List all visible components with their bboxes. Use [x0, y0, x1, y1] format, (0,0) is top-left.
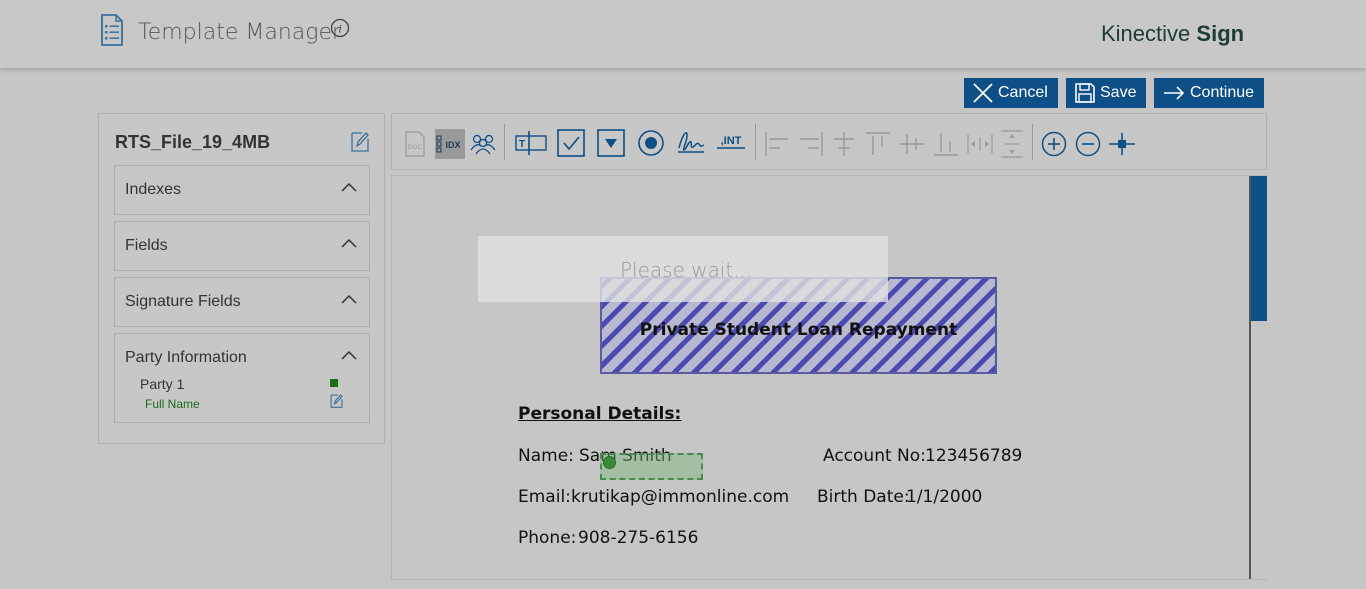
party-name[interactable]: Party 1	[140, 376, 184, 392]
edit-icon[interactable]	[351, 130, 369, 152]
svg-text:i: i	[338, 22, 341, 36]
template-sidebar: RTS_File_19_4MB Indexes Fields Signature…	[98, 113, 385, 444]
full-name-field[interactable]	[600, 453, 703, 480]
doc-field-icon[interactable]: DOC	[403, 131, 427, 157]
brand-logo: Kinective Sign	[1101, 21, 1244, 47]
align-right-icon[interactable]	[796, 131, 824, 157]
indexes-label: Indexes	[125, 181, 182, 198]
toolbar-divider	[504, 124, 505, 160]
indexes-section[interactable]: Indexes	[114, 165, 370, 215]
chevron-up-icon	[341, 350, 357, 360]
align-center-icon[interactable]	[830, 131, 858, 157]
party-field-item[interactable]: Full Name	[145, 397, 200, 411]
svg-text:IDX: IDX	[445, 140, 460, 150]
account-label: Account No:	[823, 446, 926, 466]
idx-icon: IDX	[436, 135, 461, 153]
party-information-section[interactable]: Party Information Party 1 Full Name	[114, 333, 370, 423]
distribute-horizontal-icon[interactable]	[966, 131, 994, 157]
idx-field-button[interactable]: IDX	[435, 129, 465, 159]
loading-overlay: Please wait...	[478, 236, 888, 302]
svg-text:DOC: DOC	[408, 144, 423, 151]
file-name: RTS_File_19_4MB	[115, 132, 271, 152]
align-top-icon[interactable]	[864, 131, 892, 157]
name-label: Name:	[518, 446, 574, 466]
save-icon	[1075, 83, 1095, 103]
svg-text:T: T	[519, 139, 525, 150]
checkbox-field-icon[interactable]	[557, 129, 585, 157]
brand-name: Kinective	[1101, 21, 1191, 46]
party-color-swatch	[330, 379, 338, 387]
edit-icon[interactable]	[330, 393, 343, 408]
chevron-up-icon	[341, 182, 357, 192]
account-value: 123456789	[925, 446, 1023, 466]
align-middle-icon[interactable]	[898, 131, 926, 157]
radio-field-icon[interactable]	[637, 129, 665, 157]
document-title: Private Student Loan Repayment	[639, 320, 958, 340]
list-document-icon	[101, 14, 123, 46]
birth-date-label: Birth Date:	[817, 487, 910, 507]
signature-fields-section[interactable]: Signature Fields	[114, 277, 370, 327]
signature-fields-label: Signature Fields	[125, 293, 241, 310]
scrollbar-thumb[interactable]	[1251, 176, 1267, 321]
chevron-up-icon	[341, 294, 357, 304]
info-icon[interactable]: i	[330, 18, 350, 38]
brand-name-bold: Sign	[1196, 21, 1245, 46]
phone-label: Phone:	[518, 528, 577, 548]
field-handle[interactable]	[603, 456, 616, 469]
cancel-label: Cancel	[998, 84, 1048, 101]
loading-text: Please wait...	[620, 258, 753, 282]
party-information-label: Party Information	[125, 349, 247, 366]
svg-text:,INT: ,INT	[721, 135, 742, 147]
fields-label: Fields	[125, 237, 168, 254]
continue-label: Continue	[1190, 84, 1255, 101]
page-title: Template Manager	[138, 20, 342, 45]
phone-value: 908-275-6156	[578, 528, 699, 548]
toolbar-divider	[1032, 124, 1033, 160]
app-header: Template Manager i Kinective Sign	[0, 0, 1366, 68]
fields-section[interactable]: Fields	[114, 221, 370, 271]
chevron-up-icon	[341, 238, 357, 248]
section-heading: Personal Details:	[518, 404, 682, 424]
users-group-icon[interactable]	[469, 131, 497, 155]
zoom-out-icon[interactable]	[1075, 131, 1101, 157]
align-left-icon[interactable]	[764, 131, 792, 157]
toolbar-divider	[755, 124, 756, 160]
initials-field-icon[interactable]: ,INT	[715, 130, 747, 152]
zoom-in-icon[interactable]	[1041, 131, 1067, 157]
email-value: krutikap@immonline.com	[571, 487, 790, 507]
fit-page-icon[interactable]	[1108, 131, 1136, 157]
text-field-icon[interactable]: T	[515, 129, 547, 157]
birth-date-value: 1/1/2000	[906, 487, 983, 507]
continue-button[interactable]: Continue	[1154, 78, 1264, 108]
signature-field-icon[interactable]	[676, 128, 706, 156]
close-icon	[973, 83, 993, 103]
arrow-right-icon	[1164, 86, 1185, 100]
save-label: Save	[1100, 84, 1137, 101]
align-bottom-icon[interactable]	[932, 131, 960, 157]
cancel-button[interactable]: Cancel	[964, 78, 1058, 108]
distribute-vertical-icon[interactable]	[998, 129, 1026, 159]
dropdown-field-icon[interactable]	[597, 129, 625, 157]
save-button[interactable]: Save	[1066, 78, 1146, 108]
email-label: Email:	[518, 487, 571, 507]
field-toolbar: DOC IDX T ,INT	[391, 113, 1267, 170]
